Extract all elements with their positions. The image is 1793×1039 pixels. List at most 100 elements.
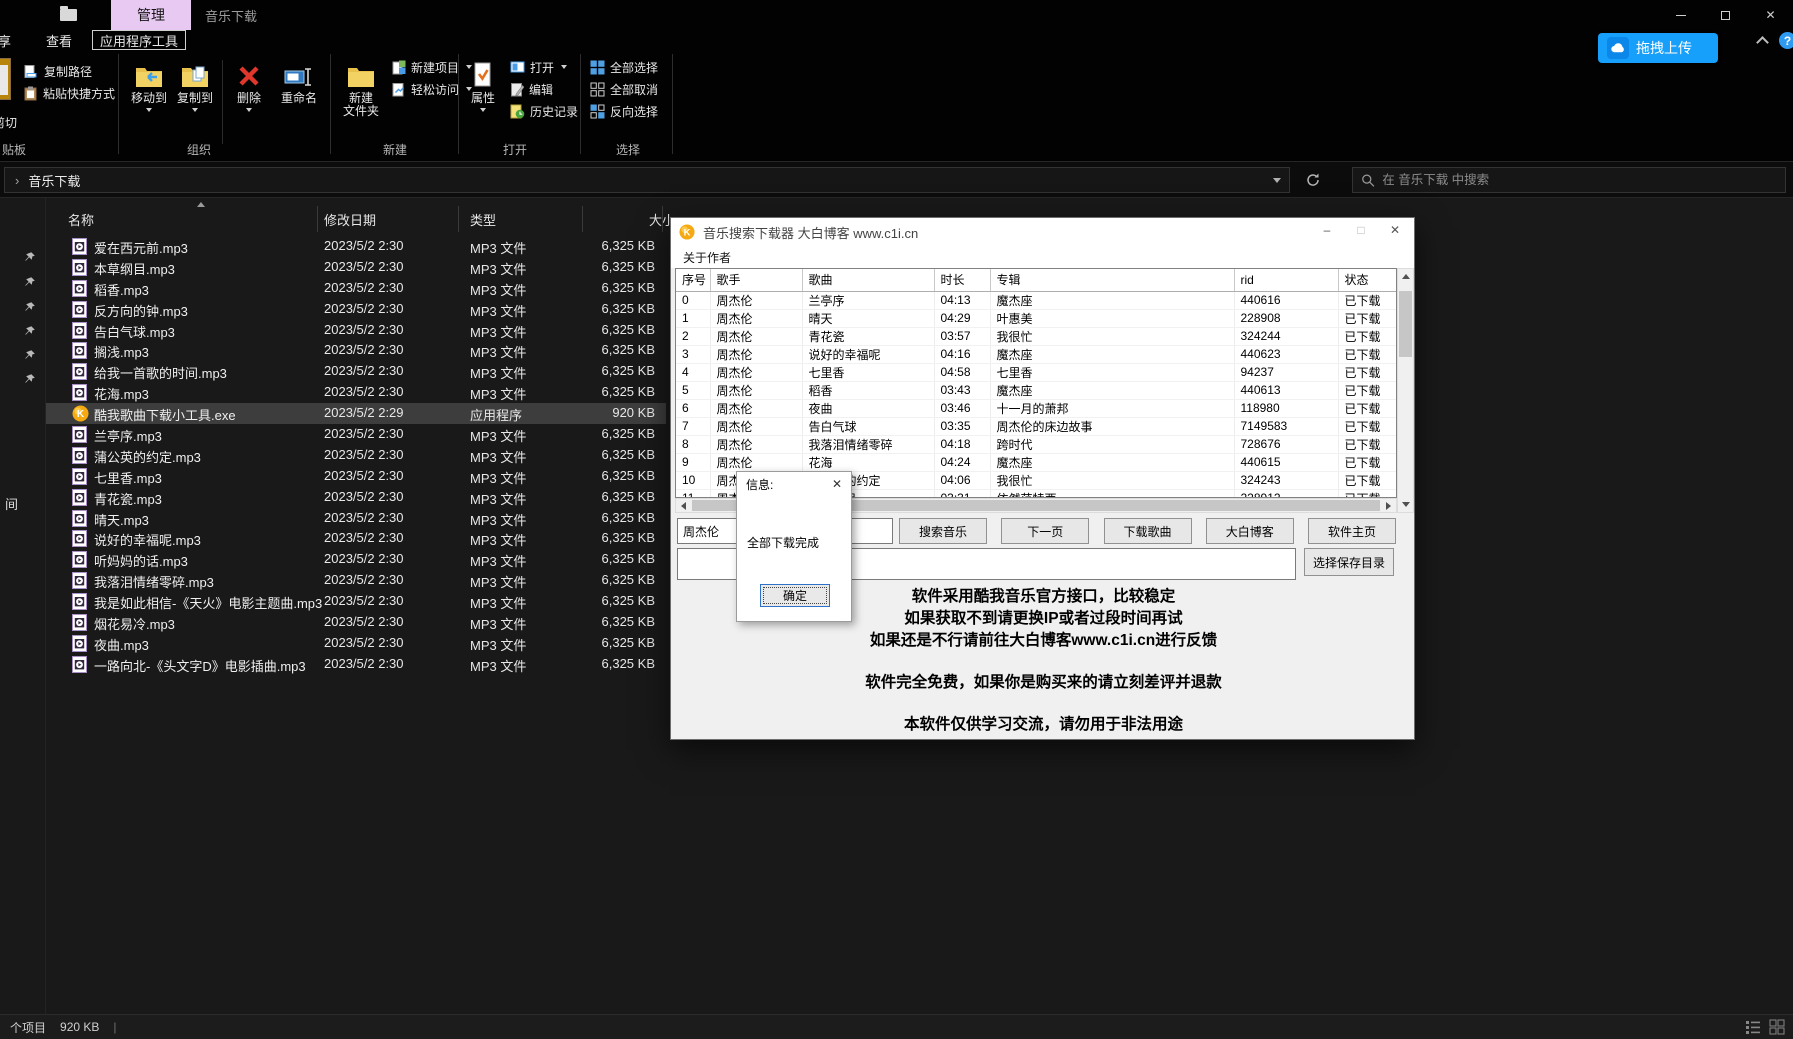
song-row[interactable]: 7 周杰伦 告白气球 03:35 周杰伦的床边故事 7149583 已下载 [676,417,1397,435]
open-button[interactable]: 打开 [510,58,567,76]
next-page-button[interactable]: 下一页 [1001,518,1089,544]
ribbon-contextual-tab-manage[interactable]: 管理 [111,0,191,30]
help-button[interactable]: ? [1779,32,1793,49]
tab-share[interactable]: 共享 [0,30,30,50]
paste-shortcut-button[interactable]: 粘贴快捷方式 [24,84,115,102]
file-row[interactable]: K 告白气球.mp3 2023/5/2 2:30 MP3 文件 6,325 KB [46,320,666,341]
download-songs-button[interactable]: 下载歌曲 [1104,518,1192,544]
blog-button[interactable]: 大白博客 [1206,518,1294,544]
file-row[interactable]: K 我是如此相信-《天火》电影主题曲.mp3 2023/5/2 2:30 MP3… [46,591,666,612]
song-row[interactable]: 2 周杰伦 青花瓷 03:57 我很忙 324244 已下载 [676,327,1397,345]
move-to-button[interactable]: 移动到 [126,56,172,112]
invert-selection-button[interactable]: 反向选择 [590,102,658,120]
maximize-button[interactable] [1703,0,1748,30]
song-row[interactable]: 4 周杰伦 七里香 04:58 七里香 94237 已下载 [676,363,1397,381]
col-song[interactable]: 歌曲 [802,269,934,291]
column-header-name[interactable]: 名称 [68,210,94,229]
address-breadcrumb[interactable]: › 音乐下载 [4,167,1290,193]
file-row[interactable]: K 晴天.mp3 2023/5/2 2:30 MP3 文件 6,325 KB [46,508,666,529]
file-row[interactable]: K 听妈妈的话.mp3 2023/5/2 2:30 MP3 文件 6,325 K… [46,549,666,570]
nav-item-fragment[interactable]: 间 [5,494,18,513]
col-status[interactable]: 状态 [1338,269,1397,291]
file-row[interactable]: K 蒲公英的约定.mp3 2023/5/2 2:30 MP3 文件 6,325 … [46,445,666,466]
homepage-button[interactable]: 软件主页 [1308,518,1396,544]
new-folder-button[interactable]: 新建文件夹 [336,56,386,118]
new-item-button[interactable]: 新建项目 [392,58,472,76]
dialog-ok-button[interactable]: 确定 [760,584,830,607]
properties-button[interactable]: 属性 [463,56,503,112]
file-row[interactable]: K 说好的幸福呢.mp3 2023/5/2 2:30 MP3 文件 6,325 … [46,528,666,549]
dialog-titlebar[interactable]: 信息: ✕ [737,472,851,496]
file-row[interactable]: K 兰亭序.mp3 2023/5/2 2:30 MP3 文件 6,325 KB [46,424,666,445]
song-row[interactable]: 0 周杰伦 兰亭序 04:13 魔杰座 440616 已下载 [676,291,1397,309]
tab-view[interactable]: 查看 [46,30,72,50]
file-row[interactable]: K 搁浅.mp3 2023/5/2 2:30 MP3 文件 6,325 KB [46,340,666,361]
app-close-button[interactable]: ✕ [1378,218,1412,242]
delete-button[interactable]: 删除 [228,56,270,112]
paste-button-fragment[interactable] [0,58,11,100]
select-all-button[interactable]: 全部选择 [590,58,658,76]
large-icons-view-button[interactable] [1769,1019,1785,1035]
rename-button[interactable]: 重命名 [272,56,326,105]
dialog-close-button[interactable]: ✕ [829,476,845,492]
edit-button[interactable]: 编辑 [510,80,553,98]
file-row[interactable]: K 烟花易冷.mp3 2023/5/2 2:30 MP3 文件 6,325 KB [46,612,666,633]
drag-upload-button[interactable]: 拖拽上传 [1598,33,1718,63]
history-button[interactable]: 历史记录 [510,102,578,120]
scroll-left-button[interactable] [676,499,691,512]
song-row[interactable]: 3 周杰伦 说好的幸福呢 04:16 魔杰座 440623 已下载 [676,345,1397,363]
search-music-button[interactable]: 搜索音乐 [899,518,987,544]
minimize-button[interactable] [1658,0,1703,30]
column-header-date[interactable]: 修改日期 [324,210,376,229]
scroll-up-button[interactable] [1398,269,1413,284]
app-titlebar[interactable]: K 音乐搜索下载器 大白博客 www.c1i.cn – □ ✕ [671,218,1414,246]
vertical-scroll-thumb[interactable] [1399,291,1412,357]
explorer-search-box[interactable] [1352,167,1786,193]
file-row[interactable]: K 爱在西元前.mp3 2023/5/2 2:30 MP3 文件 6,325 K… [46,236,666,257]
scroll-right-button[interactable] [1381,499,1396,512]
file-row[interactable]: K 本草纲目.mp3 2023/5/2 2:30 MP3 文件 6,325 KB [46,257,666,278]
app-maximize-button[interactable]: □ [1344,218,1378,242]
breadcrumb-folder[interactable]: 音乐下载 [28,171,80,190]
file-row[interactable]: K 七里香.mp3 2023/5/2 2:30 MP3 文件 6,325 KB [46,466,666,487]
select-none-button[interactable]: 全部取消 [590,80,658,98]
choose-save-dir-button[interactable]: 选择保存目录 [1304,548,1394,576]
file-row[interactable]: K 给我一首歌的时间.mp3 2023/5/2 2:30 MP3 文件 6,32… [46,361,666,382]
song-row[interactable]: 6 周杰伦 夜曲 03:46 十一月的萧邦 118980 已下载 [676,399,1397,417]
copy-path-button[interactable]: 复制路径 [24,62,92,80]
tab-application-tools[interactable]: 应用程序工具 [92,30,186,50]
easy-access-button[interactable]: 轻松访问 [392,80,472,98]
refresh-button[interactable] [1302,170,1324,190]
file-row[interactable]: K 反方向的钟.mp3 2023/5/2 2:30 MP3 文件 6,325 K… [46,299,666,320]
table-vertical-scrollbar[interactable] [1397,268,1414,513]
column-divider[interactable] [662,206,663,232]
app-minimize-button[interactable]: – [1310,218,1344,242]
copy-to-button[interactable]: 复制到 [172,56,218,112]
column-divider[interactable] [458,206,459,232]
file-row[interactable]: K 我落泪情绪零碎.mp3 2023/5/2 2:30 MP3 文件 6,325… [46,570,666,591]
search-input[interactable] [1382,173,1777,187]
details-view-button[interactable] [1745,1019,1761,1035]
col-album[interactable]: 专辑 [990,269,1234,291]
cut-button[interactable]: 剪切 [0,114,34,132]
file-row[interactable]: K 稻香.mp3 2023/5/2 2:30 MP3 文件 6,325 KB [46,278,666,299]
file-row[interactable]: K 夜曲.mp3 2023/5/2 2:30 MP3 文件 6,325 KB [46,633,666,654]
col-rid[interactable]: rid [1234,269,1338,291]
scroll-down-button[interactable] [1398,497,1413,512]
file-row[interactable]: K 青花瓷.mp3 2023/5/2 2:30 MP3 文件 6,325 KB [46,487,666,508]
file-row[interactable]: K 一路向北-《头文字D》电影插曲.mp3 2023/5/2 2:30 MP3 … [46,654,666,675]
menu-about-author[interactable]: 关于作者 [679,247,735,268]
close-button[interactable]: ✕ [1748,0,1793,30]
column-divider[interactable] [582,206,583,232]
song-row[interactable]: 5 周杰伦 稻香 03:43 魔杰座 440613 已下载 [676,381,1397,399]
col-singer[interactable]: 歌手 [710,269,802,291]
song-row[interactable]: 9 周杰伦 花海 04:24 魔杰座 440615 已下载 [676,453,1397,471]
address-dropdown-icon[interactable] [1273,178,1281,183]
column-header-type[interactable]: 类型 [470,210,496,229]
song-row[interactable]: 8 周杰伦 我落泪情绪零碎 04:18 跨时代 728676 已下载 [676,435,1397,453]
file-row[interactable]: K 花海.mp3 2023/5/2 2:30 MP3 文件 6,325 KB [46,382,666,403]
song-row[interactable]: 1 周杰伦 晴天 04:29 叶惠美 228908 已下载 [676,309,1397,327]
col-duration[interactable]: 时长 [934,269,990,291]
col-index[interactable]: 序号 [676,269,710,291]
file-row[interactable]: K 酷我歌曲下载小工具.exe 2023/5/2 2:29 应用程序 920 K… [46,403,666,424]
